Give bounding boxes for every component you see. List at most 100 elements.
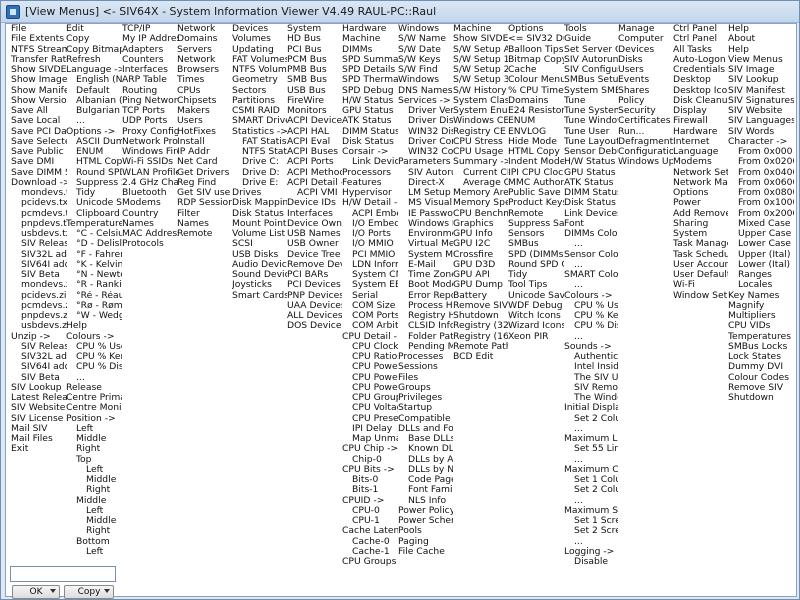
menu-item[interactable]: PCI Devices	[287, 280, 342, 290]
menu-item[interactable]: DLLs by Address	[398, 455, 453, 465]
menu-item[interactable]: Copy	[66, 34, 122, 44]
menu-item[interactable]: Maximum Screens ->	[564, 506, 618, 516]
menu-item[interactable]: Updating	[232, 45, 287, 55]
menu-item[interactable]: Tune User	[564, 127, 618, 137]
menu-item[interactable]: Bottom	[66, 537, 122, 547]
menu-item[interactable]: Cache-0	[342, 537, 398, 547]
menu-item[interactable]: Internet	[673, 137, 728, 147]
menu-item[interactable]: Tidy	[508, 270, 564, 280]
menu-item[interactable]: S/W History	[453, 86, 508, 96]
menu-item[interactable]: SIV Signatures	[728, 96, 794, 106]
menu-item[interactable]: Install	[177, 137, 232, 147]
menu-item[interactable]: CPU Stress	[453, 137, 508, 147]
menu-item[interactable]: SIV Beta	[11, 373, 67, 383]
menu-item[interactable]: Events	[618, 75, 673, 85]
menu-item[interactable]: Disks	[618, 55, 673, 65]
menu-item[interactable]: ACPI Ports	[287, 157, 342, 167]
menu-item[interactable]: Device IDs	[287, 198, 342, 208]
menu-item[interactable]: Configuration	[618, 147, 673, 157]
menu-item[interactable]: Process He	[398, 301, 453, 311]
menu-item[interactable]: Lock States	[728, 352, 794, 362]
menu-item[interactable]: mondevs.zip	[11, 280, 67, 290]
menu-item[interactable]: S/W Setup All	[453, 45, 508, 55]
menu-item[interactable]: Monitors	[287, 106, 342, 116]
menu-item[interactable]: Firewall	[673, 116, 728, 126]
menu-item[interactable]: ...	[66, 373, 122, 383]
menu-item[interactable]: Policy	[618, 96, 673, 106]
menu-item[interactable]: CPU Bits ->	[342, 465, 398, 475]
menu-item[interactable]: CPU Power	[342, 373, 398, 383]
menu-item[interactable]: E24 Resistors	[508, 106, 564, 116]
menu-item[interactable]: CPU Chip ->	[342, 444, 398, 454]
menu-item[interactable]: Statistics ->	[232, 127, 287, 137]
menu-item[interactable]: Counters	[122, 55, 178, 65]
menu-item[interactable]: Download ->	[11, 178, 67, 188]
menu-item[interactable]: DIMM Status	[342, 127, 398, 137]
menu-item[interactable]: ENVLOG	[508, 127, 564, 137]
menu-header[interactable]: Ctrl Panel	[673, 24, 728, 34]
menu-item[interactable]: Help	[728, 45, 794, 55]
menu-item[interactable]: About	[728, 34, 794, 44]
menu-header[interactable]: Edit	[66, 24, 122, 34]
menu-item[interactable]: SIV64I add	[11, 362, 67, 372]
menu-item[interactable]: Credentials	[673, 65, 728, 75]
menu-item[interactable]: Task Manager	[673, 239, 728, 249]
menu-item[interactable]: FAT Statisti	[232, 137, 287, 147]
menu-item[interactable]: S/W Setup 3	[453, 75, 508, 85]
menu-item[interactable]: GPU API	[453, 270, 508, 280]
menu-header[interactable]: Hardware	[342, 24, 398, 34]
menu-item[interactable]: SMBus Locks	[728, 342, 794, 352]
menu-item[interactable]: RDP Sessions	[177, 198, 232, 208]
menu-item[interactable]: CPU Voltage	[342, 403, 398, 413]
menu-item[interactable]: Left	[66, 465, 122, 475]
menu-item[interactable]: COM Size	[342, 301, 398, 311]
menu-item[interactable]: Hardware	[673, 127, 728, 137]
menu-item[interactable]: Disk Mapping	[232, 198, 287, 208]
menu-item[interactable]: Dummy DVI	[728, 362, 794, 372]
menu-item[interactable]: File Cache	[398, 547, 453, 557]
menu-item[interactable]: Multipliers	[728, 311, 794, 321]
menu-item[interactable]: <= SIV32 Dumps	[508, 34, 564, 44]
menu-item[interactable]: SIV Image	[728, 65, 794, 75]
menu-item[interactable]: Domains	[508, 96, 564, 106]
menu-item[interactable]: Bitmap Copy	[508, 55, 564, 65]
menu-item[interactable]: ACPI Embed	[342, 209, 398, 219]
menu-item[interactable]: ACPI Eval	[287, 137, 342, 147]
menu-item[interactable]: Middle	[66, 434, 122, 444]
menu-item[interactable]: DNS Names	[398, 86, 453, 96]
menu-item[interactable]: ARP Table	[122, 75, 178, 85]
menu-item[interactable]: BCD Edit	[453, 352, 508, 362]
menu-item[interactable]: ENUM	[508, 116, 564, 126]
menu-item[interactable]: Tidy	[66, 188, 122, 198]
menu-item[interactable]: I/O Embed	[342, 219, 398, 229]
menu-item[interactable]: Computer	[618, 34, 673, 44]
menu-item[interactable]: H/W Detail ->	[342, 198, 398, 208]
menu-item[interactable]: Right	[66, 444, 122, 454]
menu-item[interactable]: Left	[66, 424, 122, 434]
menu-item[interactable]: SIV Autorun	[564, 55, 618, 65]
menu-item[interactable]: Logging ->	[564, 547, 618, 557]
menu-item[interactable]: Lower (Ital)	[728, 260, 794, 270]
menu-item[interactable]: Error Repor	[398, 291, 453, 301]
menu-item[interactable]: Hypervisor	[342, 188, 398, 198]
menu-item[interactable]: Network Map	[673, 178, 728, 188]
menu-item[interactable]: DLLs and Fonts ->	[398, 424, 453, 434]
menu-item[interactable]: CPU Clocks	[342, 342, 398, 352]
menu-item[interactable]: Left	[66, 506, 122, 516]
menu-item[interactable]: Smart Cards	[232, 291, 287, 301]
ok-button[interactable]: OK	[12, 585, 60, 599]
menu-item[interactable]: Upper (Ital)	[728, 250, 794, 260]
menu-item[interactable]: Power	[673, 198, 728, 208]
menu-item[interactable]: SIV License	[11, 414, 67, 424]
menu-item[interactable]: Defragment	[618, 137, 673, 147]
menu-item[interactable]: Disable	[564, 557, 618, 567]
menu-item[interactable]: ENUM	[66, 147, 122, 157]
menu-item[interactable]: Network Profil	[122, 137, 178, 147]
menu-item[interactable]: Show SIVDEF.	[453, 34, 508, 44]
menu-item[interactable]: Save DIMM SP	[11, 168, 67, 178]
menu-item[interactable]: Startup	[398, 403, 453, 413]
menu-item[interactable]: Font	[564, 219, 618, 229]
menu-item[interactable]: TCP Ports	[122, 106, 178, 116]
menu-item[interactable]: My IP Address	[122, 34, 178, 44]
menu-item[interactable]: Tune Layout	[564, 137, 618, 147]
